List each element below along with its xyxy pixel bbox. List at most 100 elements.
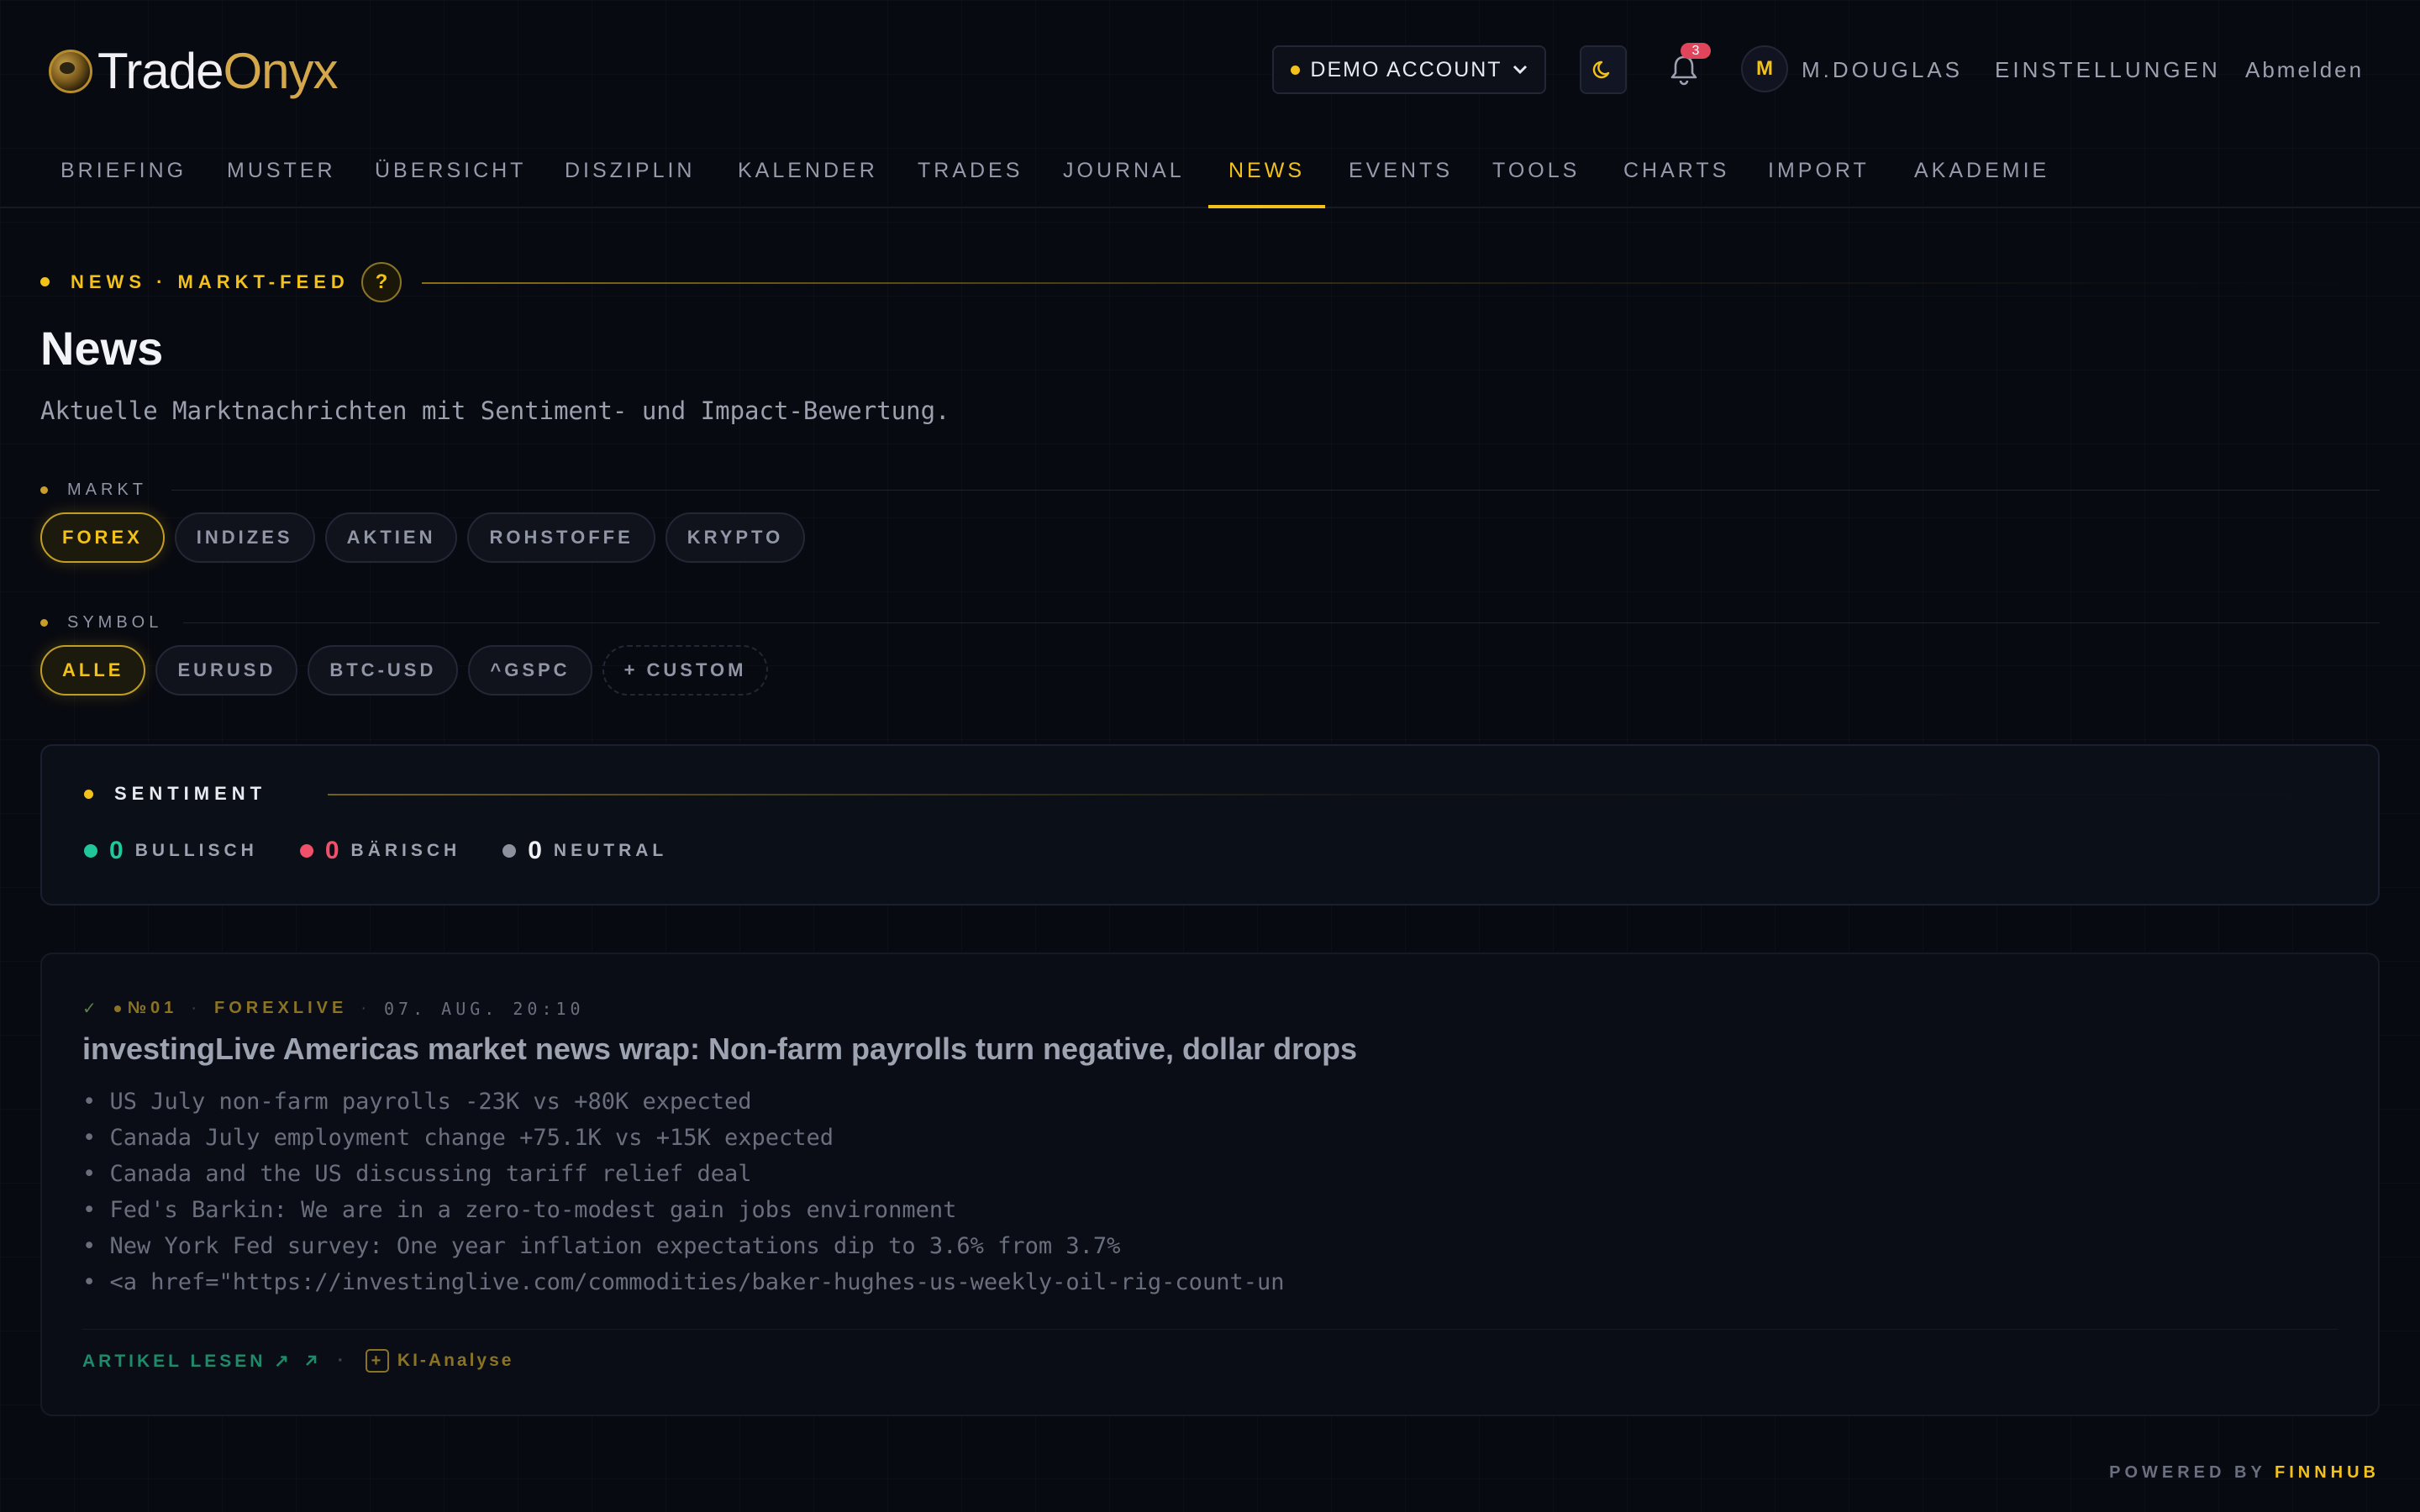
symbol-filter: ALLE EURUSD BTC-USD ^GSPC + CUSTOM <box>40 645 769 696</box>
nav-tab-trades[interactable]: TRADES <box>918 141 1023 208</box>
powered-by-text: POWERED BY <box>2109 1463 2266 1482</box>
news-item[interactable]: ✓ №01 · FOREXLIVE · 07. AUG. 20:10 inves… <box>40 953 2380 1416</box>
news-divider <box>82 1329 2338 1330</box>
nav-tab-journal[interactable]: JOURNAL <box>1063 141 1185 208</box>
market-pill-krypto[interactable]: KRYPTO <box>665 512 806 563</box>
neutral-dot <box>502 844 517 858</box>
nav-tab-muster[interactable]: MUSTER <box>227 141 336 208</box>
globe-icon <box>49 50 92 93</box>
sentiment-title: SENTIMENT <box>114 783 267 804</box>
moon-icon <box>1592 60 1610 79</box>
symbol-pill-eurusd[interactable]: EURUSD <box>155 645 298 696</box>
label-divider <box>183 622 2380 623</box>
plus-box-icon: + <box>365 1349 389 1373</box>
ai-analysis-button[interactable]: + KI-Analyse <box>365 1349 514 1373</box>
read-article-link[interactable]: ARTIKEL LESEN ↗ <box>82 1351 319 1372</box>
section-eyebrow: NEWS · MARKT-FEED ? <box>40 262 2380 302</box>
action-separator: · <box>337 1351 347 1370</box>
page-subtitle: Aktuelle Marktnachrichten mit Sentiment-… <box>40 396 950 425</box>
news-summary-line: • Canada July employment change +75.1K v… <box>82 1125 834 1151</box>
news-meta: ✓ №01 · FOREXLIVE · 07. AUG. 20:10 <box>82 998 585 1019</box>
sentiment-divider <box>328 794 2341 795</box>
neutral-count: 0 <box>528 837 542 864</box>
avatar[interactable]: M <box>1741 45 1788 92</box>
neutral-label: NEUTRAL <box>553 841 668 860</box>
sentiment-bullish: 0 BULLISCH <box>84 837 258 865</box>
market-filter: FOREX INDIZES AKTIEN ROHSTOFFE KRYPTO <box>40 512 806 563</box>
market-label-text: MARKT <box>67 480 147 499</box>
theme-toggle-button[interactable] <box>1580 45 1627 94</box>
powered-by-footer: POWERED BY FINNHUB <box>2109 1463 2380 1483</box>
news-summary-line: • <a href="https://investinglive.com/com… <box>82 1269 1285 1295</box>
brand-name: TradeOnyx <box>97 43 339 99</box>
logout-link[interactable]: Abmelden <box>2245 55 2364 84</box>
news-date: 07. AUG. 20:10 <box>384 998 585 1019</box>
news-title[interactable]: investingLive Americas market news wrap:… <box>82 1032 1357 1067</box>
notification-badge: 3 <box>1681 43 1711 59</box>
market-pill-indizes[interactable]: INDIZES <box>174 512 315 563</box>
eyebrow-label: NEWS · MARKT-FEED <box>71 271 350 292</box>
sentiment-neutral: 0 NEUTRAL <box>502 837 667 865</box>
user-name[interactable]: M.DOUGLAS <box>1802 55 1963 84</box>
label-dot <box>40 486 48 494</box>
sentiment-card: SENTIMENT 0 BULLISCH 0 BÄRISCH 0 NEUTRAL <box>40 744 2380 906</box>
app-header: TradeOnyx DEMO ACCOUNT 3 M M.DOUGLAS EIN… <box>0 0 2420 141</box>
market-pill-rohstoffe[interactable]: ROHSTOFFE <box>467 512 655 563</box>
nav-tab-akademie[interactable]: AKADEMIE <box>1914 141 2049 208</box>
page-title: News <box>40 322 164 375</box>
meta-separator: · <box>191 999 201 1017</box>
news-source: FOREXLIVE <box>213 999 348 1017</box>
news-summary-line: • US July non-farm payrolls -23K vs +80K… <box>82 1089 752 1115</box>
news-summary: • US July non-farm payrolls -23K vs +80K… <box>82 1084 1284 1300</box>
account-label: DEMO ACCOUNT <box>1310 57 1502 81</box>
sentiment-bearish: 0 BÄRISCH <box>299 837 461 865</box>
symbol-pill-btc-usd[interactable]: BTC-USD <box>308 645 459 696</box>
sentiment-counts: 0 BULLISCH 0 BÄRISCH 0 NEUTRAL <box>84 837 667 865</box>
symbol-pill-gspc[interactable]: ^GSPC <box>468 645 592 696</box>
add-custom-symbol-button[interactable]: + CUSTOM <box>602 645 769 696</box>
label-dot <box>40 619 48 627</box>
news-number-dot <box>113 1005 121 1012</box>
brand-logo[interactable]: TradeOnyx <box>49 42 339 101</box>
read-article-label: ARTIKEL LESEN ↗ <box>82 1351 292 1371</box>
external-link-icon <box>305 1355 317 1366</box>
nav-tab-news[interactable]: NEWS <box>1208 141 1325 208</box>
bullish-count: 0 <box>109 837 124 864</box>
news-summary-line: • Fed's Barkin: We are in a zero-to-mode… <box>82 1197 957 1223</box>
provider-name[interactable]: FINNHUB <box>2275 1463 2380 1482</box>
symbol-filter-label: SYMBOL <box>40 612 2380 633</box>
symbol-pill-alle[interactable]: ALLE <box>40 645 146 696</box>
bullish-dot <box>84 844 97 858</box>
main-nav: BRIEFING MUSTER ÜBERSICHT DISZIPLIN KALE… <box>0 141 2420 208</box>
sentiment-dot <box>84 790 93 799</box>
news-actions: ARTIKEL LESEN ↗ · + KI-Analyse <box>82 1349 513 1373</box>
bearish-count: 0 <box>324 837 339 864</box>
read-check-icon: ✓ <box>82 1000 101 1018</box>
nav-tab-charts[interactable]: CHARTS <box>1623 141 1729 208</box>
market-pill-forex[interactable]: FOREX <box>40 512 165 563</box>
nav-tab-briefing[interactable]: BRIEFING <box>60 141 187 208</box>
eyebrow-dot <box>40 277 50 286</box>
news-number: №01 <box>113 999 178 1018</box>
settings-link[interactable]: EINSTELLUNGEN <box>1995 55 2221 84</box>
label-divider <box>171 490 2380 491</box>
account-selector[interactable]: DEMO ACCOUNT <box>1272 45 1546 94</box>
market-pill-aktien[interactable]: AKTIEN <box>324 512 458 563</box>
eyebrow-divider <box>422 282 2380 284</box>
nav-tab-disziplin[interactable]: DISZIPLIN <box>565 141 695 208</box>
ai-analysis-label: KI-Analyse <box>397 1351 514 1370</box>
nav-tab-tools[interactable]: TOOLS <box>1492 141 1580 208</box>
nav-tab-events[interactable]: EVENTS <box>1349 141 1453 208</box>
nav-tab-kalender[interactable]: KALENDER <box>738 141 878 208</box>
nav-tab-uebersicht[interactable]: ÜBERSICHT <box>375 141 526 208</box>
meta-separator: · <box>360 999 371 1017</box>
news-number-text: №01 <box>127 999 178 1017</box>
symbol-label-text: SYMBOL <box>67 613 163 632</box>
bearish-label: BÄRISCH <box>350 841 461 860</box>
nav-tab-import[interactable]: IMPORT <box>1768 141 1870 208</box>
bullish-label: BULLISCH <box>134 841 258 860</box>
account-status-dot <box>1291 65 1301 75</box>
help-button[interactable]: ? <box>361 262 402 302</box>
chevron-down-icon <box>1512 65 1527 75</box>
news-summary-line: • Canada and the US discussing tariff re… <box>82 1161 752 1187</box>
